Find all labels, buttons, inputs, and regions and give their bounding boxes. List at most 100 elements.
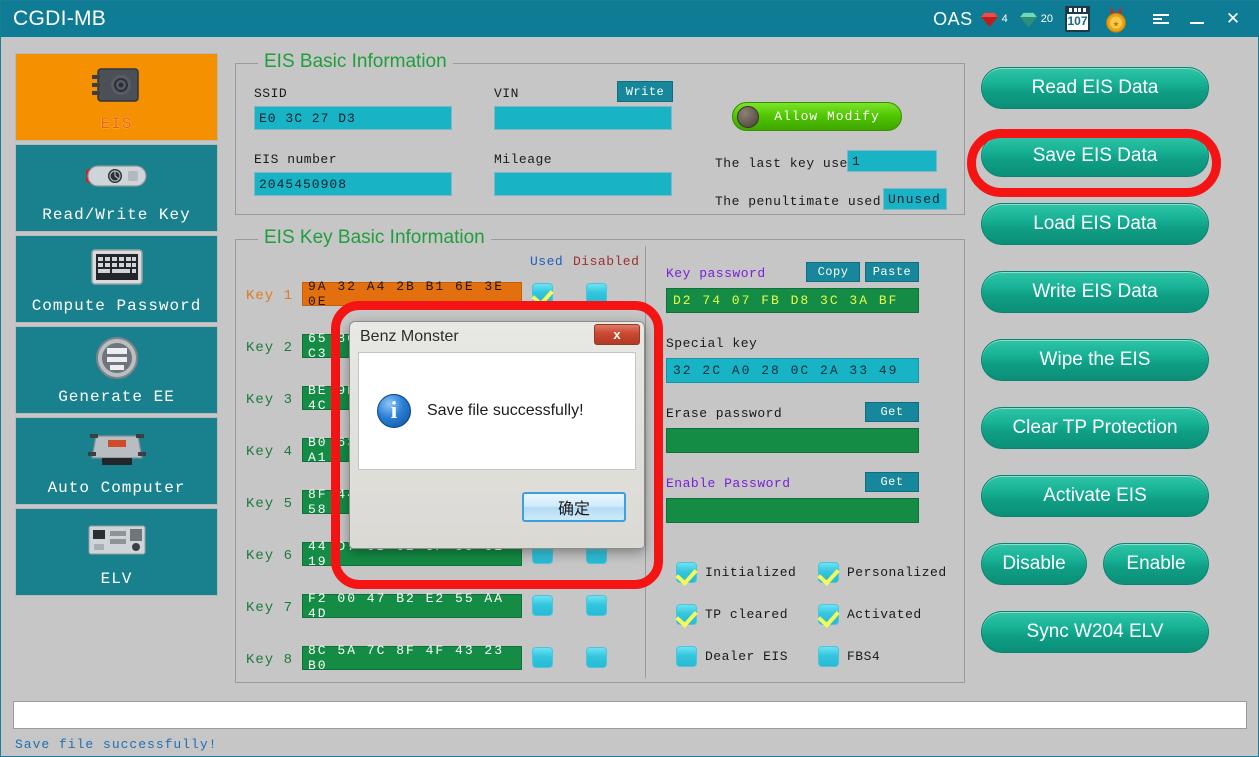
calendar-rings xyxy=(1067,7,1088,13)
key-row-value[interactable]: 8C 5A 7C 8F 4F 43 23 B0 xyxy=(302,643,522,673)
disabled-column-header: Disabled xyxy=(573,254,640,269)
key-row-label: Key 6 xyxy=(246,548,294,564)
flag-fbs4[interactable]: FBS4 xyxy=(818,646,880,667)
vin-input[interactable] xyxy=(494,106,672,130)
dialog-title: Benz Monster xyxy=(360,328,459,345)
dialog-title-bar: Benz Monster x xyxy=(350,322,644,352)
erase-password-value[interactable] xyxy=(666,428,919,453)
oas-label: OAS xyxy=(933,8,973,29)
flag-checkbox[interactable] xyxy=(818,604,839,625)
mileage-label: Mileage xyxy=(494,152,553,167)
sidebar-item-generate-ee[interactable]: Generate EE xyxy=(15,326,218,414)
penultimate-used-label: The penultimate used xyxy=(715,194,882,209)
dialog-ok-button[interactable]: 确定 xyxy=(522,492,626,522)
menu-bars xyxy=(1153,12,1169,26)
flag-checkbox[interactable] xyxy=(676,604,697,625)
activate-eis-button[interactable]: Activate EIS xyxy=(981,475,1209,517)
wipe-the-eis-button[interactable]: Wipe the EIS xyxy=(981,339,1209,381)
sidebar-item-label: ELV xyxy=(100,570,133,588)
flag-label: TP cleared xyxy=(705,607,789,622)
sync-w204-elv-button[interactable]: Sync W204 ELV xyxy=(981,611,1209,653)
red-gem-count: 4 xyxy=(1001,13,1008,25)
red-gem-icon xyxy=(980,12,998,27)
key-row-label: Key 7 xyxy=(246,600,294,616)
special-key-value[interactable]: 32 2C A0 28 0C 2A 33 49 xyxy=(666,358,919,383)
flag-initialized[interactable]: Initialized xyxy=(676,562,796,583)
eis-key-basic-information-title: EIS Key Basic Information xyxy=(258,227,491,249)
log-output[interactable] xyxy=(13,701,1247,729)
enable-get-button[interactable]: Get xyxy=(865,472,919,492)
green-gem-icon xyxy=(1019,12,1037,27)
close-icon[interactable]: ✕ xyxy=(1216,1,1250,37)
red-gem-stat: 4 xyxy=(980,12,1008,27)
sidebar-item-auto-computer[interactable]: Auto Computer xyxy=(15,417,218,505)
eis-number-input[interactable]: 2045450908 xyxy=(254,172,452,196)
key-disabled-checkbox[interactable] xyxy=(586,595,607,616)
flag-activated[interactable]: Activated xyxy=(818,604,922,625)
dialog-close-icon[interactable]: x xyxy=(594,324,640,345)
sidebar-item-label: Generate EE xyxy=(58,388,175,406)
dialog-message: Save file successfully! xyxy=(427,402,584,419)
key-row-label: Key 1 xyxy=(246,288,294,304)
key-used-checkbox[interactable] xyxy=(532,595,553,616)
disable-button[interactable]: Disable xyxy=(981,543,1087,585)
key-used-checkbox[interactable] xyxy=(532,283,553,304)
sidebar-item-read-write-key[interactable]: Read/Write Key xyxy=(15,144,218,232)
sidebar-item-eis[interactable]: EIS xyxy=(15,53,218,141)
enable-button[interactable]: Enable xyxy=(1103,543,1209,585)
key-disabled-checkbox[interactable] xyxy=(586,647,607,668)
flag-personalized[interactable]: Personalized xyxy=(818,562,947,583)
title-bar-status-area: OAS 4 20 107 ★ ✕ xyxy=(933,1,1259,37)
flag-dealer-eis[interactable]: Dealer EIS xyxy=(676,646,788,667)
copy-button[interactable]: Copy xyxy=(806,262,860,282)
eis-number-label: EIS number xyxy=(254,152,338,167)
last-key-used-value: 1 xyxy=(847,150,937,172)
info-icon: i xyxy=(377,394,411,428)
sidebar-item-elv[interactable]: ELV xyxy=(15,508,218,596)
calendar-icon: 107 xyxy=(1065,6,1090,32)
flag-checkbox[interactable] xyxy=(676,646,697,667)
key-row-value[interactable]: 9A 32 A4 2B B1 6E 3E 0E xyxy=(302,279,522,309)
calendar-stat[interactable]: 107 xyxy=(1065,6,1090,32)
eis-module-icon xyxy=(90,61,144,109)
save-eis-data-button[interactable]: Save EIS Data xyxy=(981,135,1209,177)
read-eis-data-button[interactable]: Read EIS Data xyxy=(981,67,1209,109)
write-eis-data-button[interactable]: Write EIS Data xyxy=(981,271,1209,313)
used-column-header: Used xyxy=(530,254,564,269)
dialog-body: i Save file successfully! xyxy=(358,352,636,470)
key-password-value[interactable]: D2 74 07 FB D8 3C 3A BF xyxy=(666,288,919,313)
ssid-label: SSID xyxy=(254,86,288,101)
key-row-label: Key 5 xyxy=(246,496,294,512)
sidebar-item-label: EIS xyxy=(100,115,133,133)
allow-modify-toggle[interactable]: Allow Modify xyxy=(732,102,902,131)
key-row-label: Key 8 xyxy=(246,652,294,668)
save-success-dialog: Benz Monster x i Save file successfully!… xyxy=(349,321,645,549)
flag-tp-cleared[interactable]: TP cleared xyxy=(676,604,788,625)
key-used-checkbox[interactable] xyxy=(532,647,553,668)
eis-basic-information-group: EIS Basic Information SSID E0 3C 27 D3 V… xyxy=(235,51,965,215)
enable-password-value[interactable] xyxy=(666,498,919,523)
erase-get-button[interactable]: Get xyxy=(865,402,919,422)
paste-button[interactable]: Paste xyxy=(865,262,919,282)
title-bar: CGDI-MB OAS 4 20 107 ★ ✕ xyxy=(1,1,1259,37)
mileage-input[interactable] xyxy=(494,172,672,196)
ssid-input[interactable]: E0 3C 27 D3 xyxy=(254,106,452,130)
menu-icon[interactable] xyxy=(1144,1,1178,37)
green-gem-count: 20 xyxy=(1040,13,1053,25)
minimize-icon[interactable] xyxy=(1180,1,1214,37)
sidebar-item-compute-password[interactable]: Compute Password xyxy=(15,235,218,323)
flag-checkbox[interactable] xyxy=(676,562,697,583)
write-button[interactable]: Write xyxy=(617,81,673,102)
sidebar-item-label: Compute Password xyxy=(31,297,202,315)
flag-checkbox[interactable] xyxy=(818,562,839,583)
key-row-value[interactable]: F2 00 47 B2 E2 55 AA 4D xyxy=(302,591,522,621)
key-row-label: Key 4 xyxy=(246,444,294,460)
load-eis-data-button[interactable]: Load EIS Data xyxy=(981,203,1209,245)
flag-checkbox[interactable] xyxy=(818,646,839,667)
special-key-label: Special key xyxy=(666,336,758,351)
medal-badge[interactable]: ★ xyxy=(1102,5,1130,33)
enable-password-label: Enable Password xyxy=(666,476,791,491)
clear-tp-protection-button[interactable]: Clear TP Protection xyxy=(981,407,1209,449)
flag-label: Dealer EIS xyxy=(705,649,789,664)
key-disabled-checkbox[interactable] xyxy=(586,283,607,304)
